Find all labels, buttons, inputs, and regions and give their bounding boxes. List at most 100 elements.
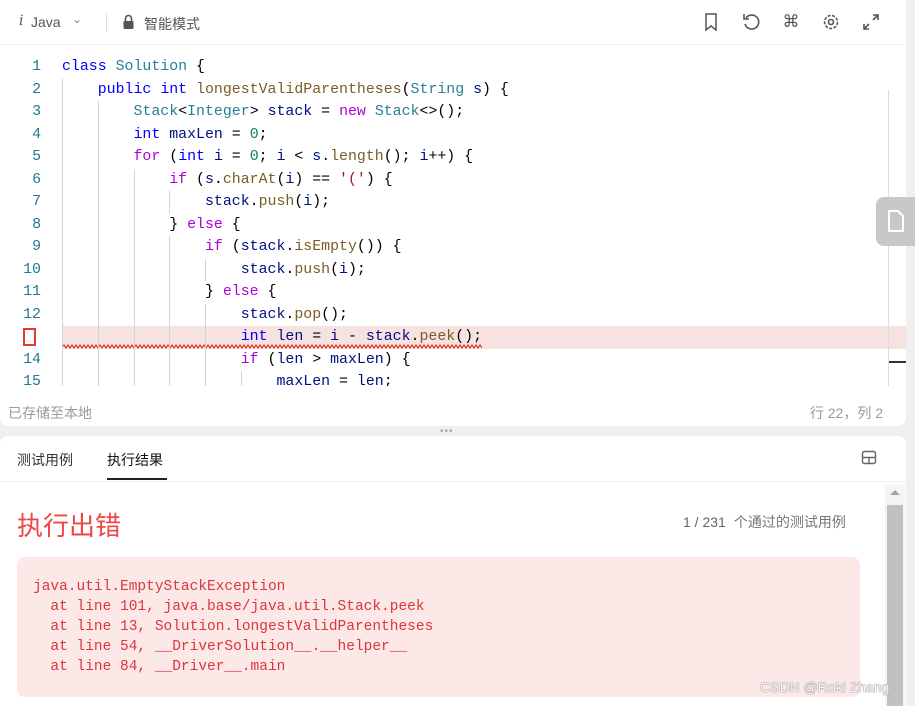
active-tab-indicator (107, 478, 167, 480)
language-select[interactable]: Java (31, 14, 61, 30)
line-number: 6 (32, 171, 41, 188)
code-token: = (222, 149, 250, 165)
smart-mode-toggle[interactable]: 智能模式 (144, 14, 200, 34)
code-token: peek (419, 329, 456, 345)
code-token: i (213, 149, 223, 165)
code-token: < (285, 149, 313, 165)
code-token: stack (240, 306, 286, 323)
error-marker-icon[interactable] (23, 328, 36, 346)
tab-test-cases[interactable]: 测试用例 (17, 450, 73, 470)
code-token: 0 (249, 126, 259, 143)
code-token: maxLen (276, 374, 331, 386)
code-token: ; (383, 374, 393, 386)
code-token: else (187, 216, 223, 233)
code-token: - (339, 329, 366, 345)
code-token: Stack (133, 104, 179, 120)
code-token: { (222, 216, 241, 233)
code-token: < (178, 104, 188, 120)
code-token: { (258, 284, 277, 300)
code-token: if (204, 239, 223, 255)
lock-icon (123, 14, 134, 29)
code-token: ) { (383, 351, 411, 368)
code-token: len (276, 329, 304, 345)
line-number: 15 (23, 374, 41, 386)
chevron-down-icon[interactable]: ⌄ (72, 12, 82, 26)
code-line[interactable]: if (stack.isEmpty()) { (62, 236, 402, 259)
code-line[interactable]: maxLen = len; (62, 371, 393, 386)
code-editor[interactable]: 1 class Solution {2 public int longestVal… (0, 45, 906, 386)
code-token: { (187, 59, 205, 75)
passed-count: 1 / 231 个通过的测试用例 (683, 512, 846, 532)
code-token: s (473, 81, 483, 98)
code-token: stack (267, 104, 313, 120)
code-token: . (285, 306, 295, 323)
code-token: s (204, 171, 214, 188)
code-line[interactable]: class Solution { (62, 56, 205, 79)
cursor-position: 行 22，列 2 (809, 405, 883, 421)
code-token: len (276, 351, 304, 368)
error-message: java.util.EmptyStackException at line 10… (17, 557, 860, 697)
watermark: CSDN @Roki Zhang (760, 679, 890, 695)
notes-button[interactable] (876, 197, 915, 246)
code-token: maxLen (330, 351, 384, 368)
tab-results[interactable]: 执行结果 (107, 450, 163, 470)
line-number: 9 (32, 239, 41, 255)
code-token: = (222, 126, 250, 143)
code-token: stack (240, 239, 286, 255)
scroll-up-arrow-icon[interactable] (890, 490, 900, 495)
code-token: . (285, 261, 295, 278)
resize-handle[interactable]: ••• (440, 427, 454, 437)
code-token: ( (294, 194, 304, 210)
code-line[interactable]: if (len > maxLen) { (62, 349, 411, 372)
code-token: ) { (365, 171, 393, 188)
code-token: > (303, 351, 331, 368)
code-line[interactable]: stack.push(i); (62, 259, 366, 282)
code-token: ( (258, 351, 277, 368)
code-line[interactable]: stack.pop(); (62, 304, 348, 327)
code-line[interactable]: stack.push(i); (62, 191, 330, 214)
code-line[interactable]: int maxLen = 0; (62, 124, 268, 147)
bookmark-icon[interactable] (701, 12, 721, 32)
code-token: ; (258, 126, 268, 143)
expand-icon[interactable] (861, 12, 881, 32)
code-token: stack (240, 261, 286, 278)
code-line[interactable]: } else { (62, 281, 277, 304)
code-line[interactable]: for (int i = 0; i < s.length(); i++) { (62, 146, 474, 169)
settings-icon[interactable] (821, 12, 841, 32)
code-token: length (330, 149, 384, 165)
code-token: int (178, 149, 205, 165)
code-line[interactable]: Stack<Integer> stack = new Stack<>(); (62, 101, 465, 124)
scroll-thumb[interactable] (887, 505, 903, 706)
code-token: isEmpty (294, 239, 357, 255)
command-icon[interactable]: ⌘ (781, 12, 801, 32)
code-token: i (303, 194, 313, 210)
code-token: push (294, 261, 331, 278)
code-line[interactable]: } else { (62, 214, 241, 237)
code-token: stack (204, 194, 250, 210)
line-number: 11 (23, 284, 41, 300)
code-token: '(' (339, 171, 366, 188)
editor-panel: i Java ⌄ 智能模式 ⌘ 1 class Solution {2 publi… (0, 0, 915, 426)
code-token: ( (330, 261, 340, 278)
code-line[interactable]: public int longestValidParentheses(Strin… (62, 79, 509, 102)
reset-icon[interactable] (741, 12, 761, 32)
code-token: . (249, 194, 259, 210)
layout-icon[interactable] (861, 450, 877, 466)
code-token: ) { (482, 81, 509, 98)
result-scrollbar[interactable] (885, 485, 905, 706)
code-line[interactable]: int len = i - stack.peek(); (62, 326, 482, 349)
code-token: ( (160, 149, 179, 165)
code-token: for (133, 149, 161, 165)
code-token: else (222, 284, 259, 300)
file-icon (888, 210, 904, 232)
code-token: = (312, 104, 340, 120)
code-token: if (240, 351, 259, 368)
divider (0, 481, 906, 482)
code-token: new (339, 104, 366, 120)
code-line[interactable]: if (s.charAt(i) == '(') { (62, 169, 393, 192)
